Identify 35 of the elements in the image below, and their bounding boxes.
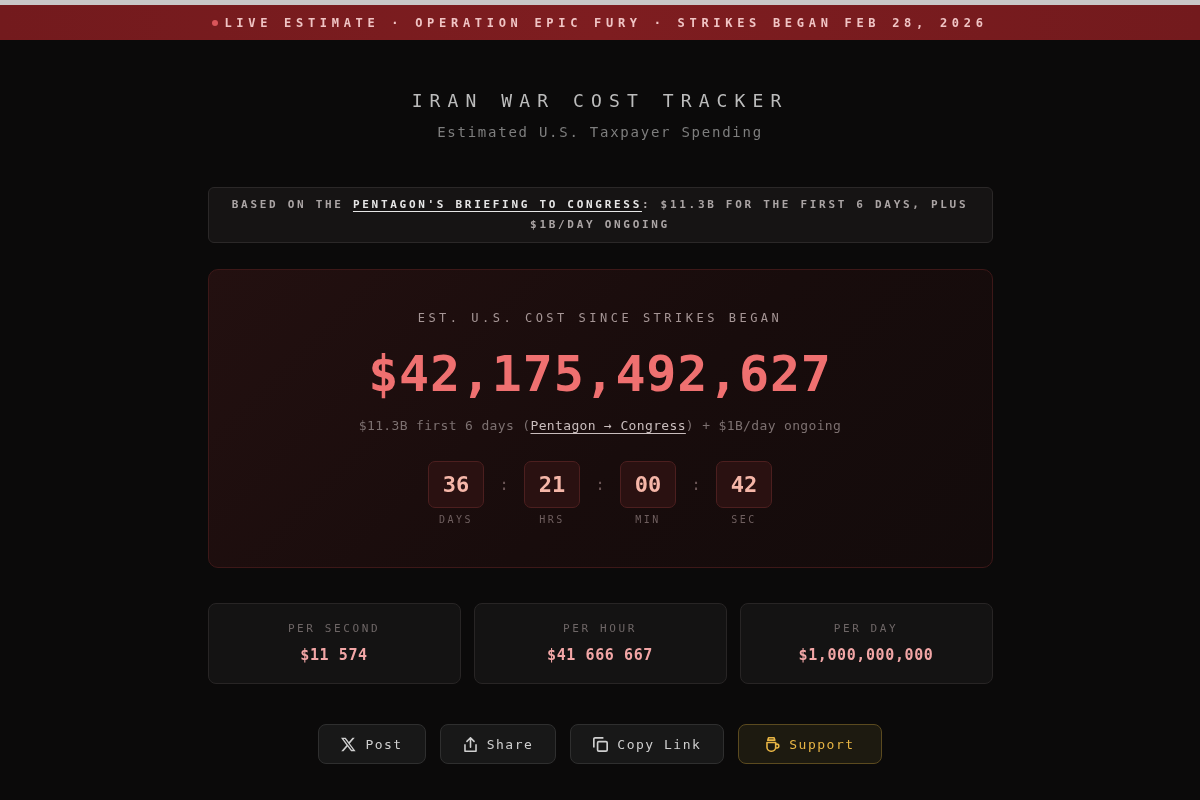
timer-value: 21: [524, 461, 580, 508]
copy-icon: [593, 736, 609, 752]
post-button[interactable]: Post: [318, 724, 426, 764]
timer-unit-label: MIN: [635, 514, 661, 526]
rate-label: PER DAY: [833, 622, 899, 636]
timer-value: 36: [428, 461, 484, 508]
timer-value: 00: [620, 461, 676, 508]
rate-label: PER HOUR: [563, 622, 637, 636]
coffee-cup-icon: [765, 736, 781, 752]
x-letter-icon: [341, 736, 357, 752]
support-button[interactable]: Support: [738, 724, 882, 764]
rate-value: $41 666 667: [547, 645, 653, 665]
colon-separator: :: [498, 474, 510, 496]
timer-unit-label: SEC: [731, 514, 757, 526]
cost-breakdown-text: $11.3B first 6 days (Pentagon → Congress) + $1B/day ongoing: [358, 417, 842, 435]
rate-value: $1,000,000,000: [798, 645, 934, 665]
banner-text: LIVE ESTIMATE · OPERATION EPIC FURY · STRIKES BEGAN FEB 28, 2026: [224, 15, 988, 30]
timer-unit-label: DAYS: [438, 514, 474, 526]
colon-separator: :: [690, 474, 702, 496]
colon-separator: :: [594, 474, 606, 496]
timer-value: 42: [716, 461, 772, 508]
timer-unit-label: HRS: [539, 514, 565, 526]
briefing-note: BASED ON THE PENTAGON'S BRIEFING TO CONGRESS: $11.3B FOR THE FIRST 6 DAYS, PLUS $1B/DAY ONGOING: [230, 197, 970, 233]
page-subtitle: Estimated U.S. Taxpayer Spending: [436, 123, 764, 142]
share-icon: [462, 736, 478, 752]
pentagon-congress-link[interactable]: Pentagon → Congress: [530, 418, 686, 433]
rate-value: $11 574: [300, 645, 368, 665]
briefing-link[interactable]: PENTAGON'S BRIEFING TO CONGRESS: [352, 198, 642, 211]
rate-label: PER SECOND: [287, 622, 381, 636]
total-cost: $42,175,492,627: [368, 344, 832, 404]
live-dot-icon: [212, 19, 219, 26]
copy-link-button[interactable]: Copy Link: [570, 724, 725, 764]
counter-label: EST. U.S. COST SINCE STRIKES BEGAN: [417, 310, 783, 326]
page-title: IRAN WAR COST TRACKER: [410, 90, 790, 112]
share-button[interactable]: Share: [439, 724, 557, 764]
